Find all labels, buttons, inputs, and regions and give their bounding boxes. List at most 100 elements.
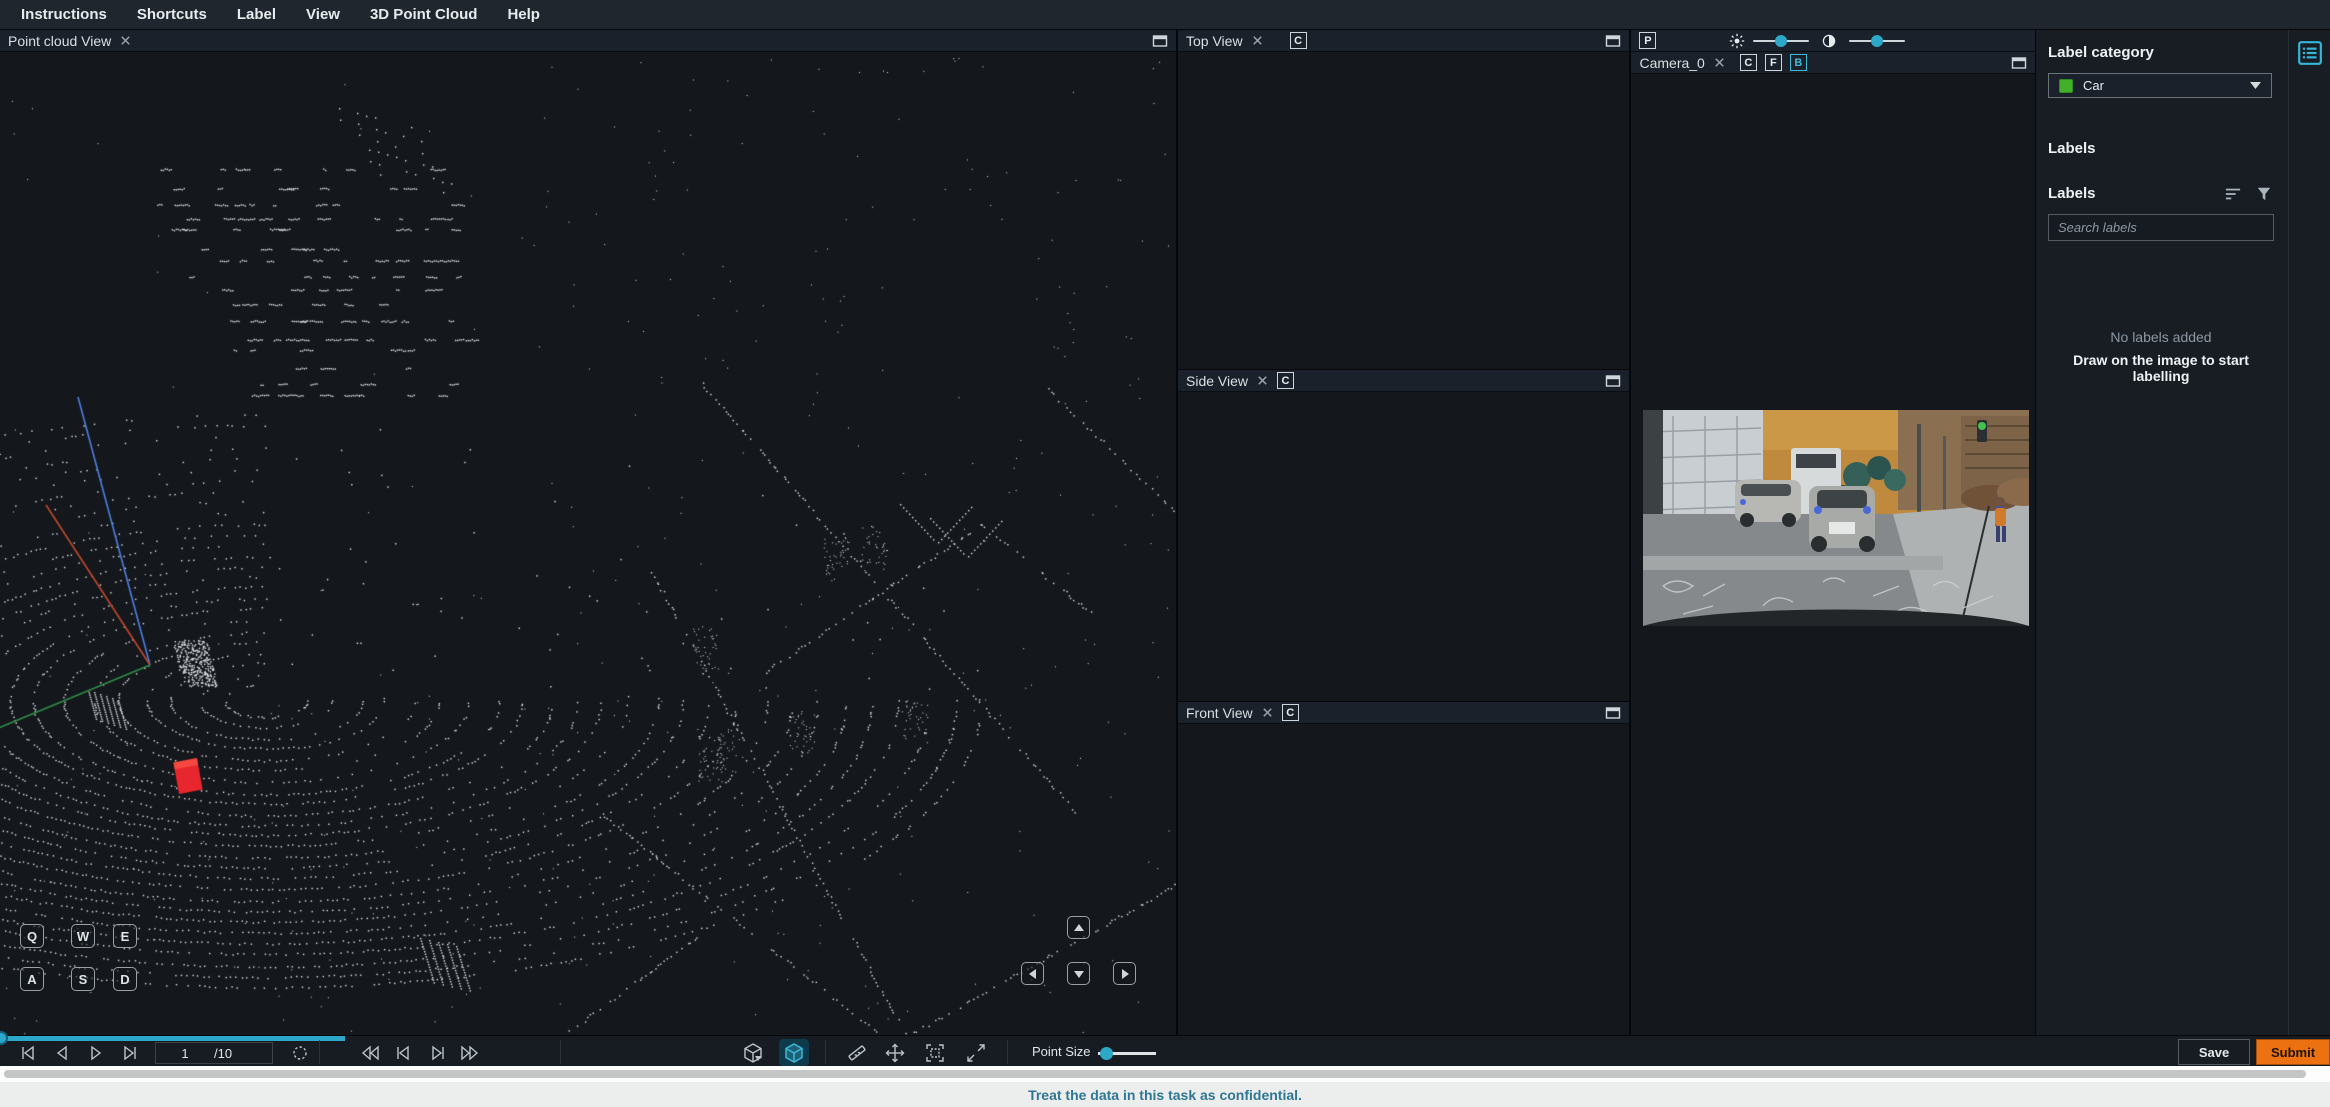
camera-toggle-button[interactable]: C: [1277, 372, 1295, 389]
brightness-slider-handle[interactable]: [1775, 35, 1788, 47]
fast-rewind-button[interactable]: [358, 1042, 382, 1064]
menu-3d-point-cloud[interactable]: 3D Point Cloud: [355, 6, 493, 23]
horizontal-scrollbar: [0, 1066, 2330, 1082]
menu-shortcuts[interactable]: Shortcuts: [122, 6, 222, 23]
filter-icon[interactable]: [2256, 186, 2272, 202]
side-view-header: Side View C: [1178, 370, 1630, 392]
maximize-panel-icon[interactable]: [1605, 374, 1621, 388]
arrow-down-icon: [1073, 970, 1084, 978]
top-view-title: Top View: [1186, 32, 1243, 49]
maximize-panel-icon[interactable]: [1605, 706, 1621, 720]
projection-button[interactable]: P: [1639, 32, 1657, 49]
camera-c-button[interactable]: C: [1739, 54, 1757, 71]
play-button[interactable]: [84, 1042, 108, 1064]
menu-instructions[interactable]: Instructions: [6, 6, 122, 23]
contrast-slider[interactable]: [1849, 35, 1906, 47]
close-icon[interactable]: [1251, 34, 1264, 47]
sort-icon[interactable]: [2224, 186, 2242, 202]
previous-frame-button[interactable]: [392, 1042, 416, 1064]
side-view-viewport[interactable]: [1178, 392, 1630, 701]
key-e-button[interactable]: E: [113, 924, 137, 948]
front-view-panel: Front View C: [1178, 701, 1630, 1035]
skip-to-first-frame-button[interactable]: [16, 1042, 40, 1064]
point-cloud-panel: Point cloud View Q W E A S D: [0, 30, 1176, 1035]
point-size-label: Point Size: [1032, 1044, 1091, 1059]
submit-button[interactable]: Submit: [2256, 1039, 2330, 1065]
point-size-slider[interactable]: [1098, 1047, 1156, 1060]
label-category-dropdown[interactable]: Car: [2048, 73, 2272, 98]
sidebar-rail: [2288, 30, 2330, 1035]
frame-number-input[interactable]: [156, 1045, 214, 1061]
step-forward-button[interactable]: [118, 1042, 142, 1064]
top-view-panel: Top View C: [1178, 30, 1630, 369]
edit-cuboid-tool-button[interactable]: [779, 1039, 809, 1066]
close-icon[interactable]: [1713, 56, 1726, 69]
point-cloud-canvas[interactable]: [0, 52, 1176, 1035]
contrast-slider-handle[interactable]: [1871, 35, 1884, 47]
category-color-swatch: [2059, 78, 2073, 93]
next-frame-button[interactable]: [425, 1042, 449, 1064]
close-icon[interactable]: [1261, 706, 1274, 719]
fast-forward-button[interactable]: [458, 1042, 482, 1064]
pan-up-button[interactable]: [1067, 916, 1090, 939]
brightness-slider[interactable]: [1753, 35, 1810, 47]
close-icon[interactable]: [119, 34, 132, 47]
horizontal-scrollbar-thumb[interactable]: [4, 1070, 2306, 1078]
toolbar-divider: [1007, 1040, 1008, 1064]
camera-f-button[interactable]: F: [1764, 54, 1782, 71]
point-cloud-viewport[interactable]: Q W E A S D: [0, 52, 1176, 1035]
maximize-panel-icon[interactable]: [1152, 34, 1168, 48]
menu-view[interactable]: View: [291, 6, 355, 23]
camera-panel: P Camera_0 C F B: [1631, 30, 2035, 1035]
camera-toolbar: P: [1631, 30, 2035, 52]
key-q-button[interactable]: Q: [20, 924, 44, 948]
label-sidebar-main: Label category Car Labels Labels No la: [2036, 30, 2288, 1035]
toolbar-divider: [825, 1040, 826, 1064]
pan-right-button[interactable]: [1113, 962, 1136, 985]
menu-help[interactable]: Help: [492, 6, 555, 23]
side-view-panel: Side View C: [1178, 369, 1630, 701]
camera-toggle-button[interactable]: C: [1289, 32, 1307, 49]
maximize-panel-icon[interactable]: [1605, 34, 1621, 48]
key-a-button[interactable]: A: [20, 967, 44, 991]
loop-playback-button[interactable]: [288, 1042, 312, 1064]
front-view-title: Front View: [1186, 704, 1253, 721]
step-back-button[interactable]: [50, 1042, 74, 1064]
camera-b-button[interactable]: B: [1789, 54, 1807, 71]
brightness-icon: [1730, 33, 1745, 49]
label-list-toggle-icon[interactable]: [2297, 40, 2323, 66]
camera-body: [1631, 74, 2035, 1035]
fit-to-view-button[interactable]: [964, 1042, 988, 1064]
menu-label[interactable]: Label: [222, 6, 291, 23]
move-tool-button[interactable]: [883, 1042, 907, 1064]
camera-toggle-button[interactable]: C: [1281, 704, 1299, 721]
key-d-button[interactable]: D: [113, 967, 137, 991]
ruler-tool-button[interactable]: [845, 1042, 869, 1064]
frame-region-tool-button[interactable]: [923, 1042, 947, 1064]
search-labels-input[interactable]: [2048, 214, 2274, 241]
camera-image[interactable]: [1643, 410, 2030, 626]
label-sidebar: Label category Car Labels Labels No la: [2035, 30, 2330, 1035]
close-icon[interactable]: [1256, 374, 1269, 387]
save-button[interactable]: Save: [2178, 1039, 2250, 1065]
top-view-viewport[interactable]: [1178, 52, 1630, 369]
point-cloud-panel-title: Point cloud View: [8, 32, 112, 49]
menu-bar: Instructions Shortcuts Label View 3D Poi…: [0, 0, 2330, 30]
key-w-button[interactable]: W: [71, 924, 95, 948]
front-view-viewport[interactable]: [1178, 724, 1630, 1035]
arrow-up-icon: [1073, 923, 1084, 931]
frame-seek-bar[interactable]: [0, 1031, 345, 1045]
maximize-panel-icon[interactable]: [2011, 56, 2027, 70]
point-size-slider-handle[interactable]: [1100, 1047, 1113, 1060]
key-s-button[interactable]: S: [71, 967, 95, 991]
pan-left-button[interactable]: [1021, 962, 1044, 985]
arrow-right-icon: [1121, 968, 1129, 979]
frame-total-label: /10: [214, 1045, 233, 1061]
toolbar-divider: [560, 1040, 561, 1064]
bottom-toolbar: /10 Point Size: [0, 1031, 2330, 1066]
add-cuboid-tool-button[interactable]: [741, 1042, 765, 1064]
labels-list-header: Labels: [2048, 185, 2272, 202]
seek-handle[interactable]: [0, 1031, 8, 1045]
pan-down-button[interactable]: [1067, 962, 1090, 985]
empty-state-line1: No labels added: [2110, 329, 2212, 345]
